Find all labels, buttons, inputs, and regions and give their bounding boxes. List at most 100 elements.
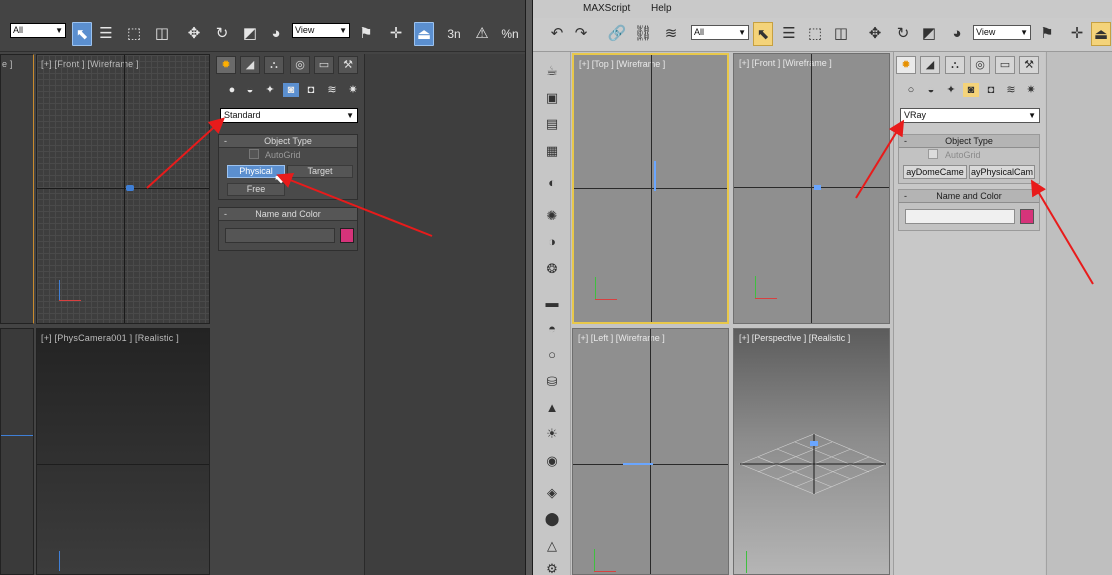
spacewarps-icon[interactable]: ≋ bbox=[324, 83, 340, 97]
right-front-viewport[interactable]: [+] [Front ] [Wireframe ] bbox=[733, 53, 890, 324]
display-tab-icon[interactable]: ▭ bbox=[314, 56, 334, 74]
shapes-icon[interactable]: ◒ bbox=[242, 83, 258, 97]
rect-selection-icon[interactable]: ⬚ bbox=[805, 22, 825, 46]
modify-tab-icon[interactable]: ◢ bbox=[920, 56, 940, 74]
left-ref-coord-dropdown[interactable]: View ▼ bbox=[292, 23, 350, 38]
cameras-icon[interactable]: ◙ bbox=[283, 83, 299, 97]
systems-icon[interactable]: ✷ bbox=[345, 83, 361, 97]
move-icon[interactable]: ✥ bbox=[865, 22, 885, 46]
window-crossing-icon[interactable]: ◫ bbox=[831, 22, 851, 46]
vray-proxy-icon[interactable]: ⛁ bbox=[542, 373, 562, 391]
hierarchy-tab-icon[interactable]: ⛬ bbox=[264, 56, 284, 74]
left-camera-viewport[interactable]: [+] [PhysCamera001 ] [Realistic ] bbox=[36, 328, 210, 575]
vray-sphere-icon[interactable]: ○ bbox=[542, 346, 562, 364]
object-color-swatch[interactable] bbox=[340, 228, 354, 243]
display-tab-icon[interactable]: ▭ bbox=[995, 56, 1015, 74]
select-place-icon[interactable]: ◕ bbox=[266, 22, 286, 46]
vrayphysicalcamera-button[interactable]: ayPhysicalCam bbox=[969, 165, 1035, 179]
autogrid-checkbox[interactable] bbox=[928, 149, 938, 159]
select-by-name-icon[interactable]: ☰ bbox=[96, 22, 116, 46]
vray-cone-icon[interactable]: ▲ bbox=[542, 399, 562, 417]
menu-maxscript[interactable]: MAXScript bbox=[583, 3, 630, 14]
motion-tab-icon[interactable]: ◎ bbox=[290, 56, 310, 74]
bind-spacewarp-icon[interactable]: ≋ bbox=[661, 22, 681, 46]
render-setup-icon[interactable]: ▤ bbox=[542, 115, 562, 133]
modify-tab-icon[interactable]: ◢ bbox=[240, 56, 260, 74]
geometry-icon[interactable]: ● bbox=[224, 83, 240, 97]
teapot-icon[interactable]: ☕ bbox=[542, 62, 562, 80]
lights-icon[interactable]: ✦ bbox=[262, 83, 278, 97]
select-object-icon[interactable]: ⬉ bbox=[72, 22, 92, 46]
camera-object-icon[interactable] bbox=[814, 185, 821, 190]
create-tab-icon[interactable]: ✹ bbox=[216, 56, 236, 74]
unlink-icon[interactable]: ⛓ bbox=[633, 22, 653, 46]
percent-snap-icon[interactable]: %n bbox=[500, 22, 520, 46]
vraydomecamera-button[interactable]: ayDomeCame bbox=[903, 165, 967, 179]
keyboard-shortcut-icon[interactable]: ⏏ bbox=[1091, 22, 1111, 46]
right-perspective-viewport[interactable]: [+] [Perspective ] [Realistic ] bbox=[733, 328, 890, 575]
vray-plane-icon[interactable]: ▬ bbox=[542, 294, 562, 312]
undo-icon[interactable]: ↶ bbox=[547, 22, 567, 46]
shapes-icon[interactable]: ◒ bbox=[923, 83, 939, 97]
vray-bitmap-icon[interactable]: △ bbox=[542, 537, 562, 555]
rect-selection-icon[interactable]: ⬚ bbox=[124, 22, 144, 46]
rollout-header[interactable]: - Name and Color bbox=[219, 208, 357, 221]
utilities-tab-icon[interactable]: ⚒ bbox=[338, 56, 358, 74]
right-left-viewport[interactable]: [+] [Left ] [Wireframe ] bbox=[572, 328, 729, 575]
rollout-header[interactable]: - Object Type bbox=[219, 135, 357, 148]
vray-light-icon[interactable]: ✺ bbox=[542, 207, 562, 225]
snap-toggle-icon[interactable]: 3n bbox=[444, 22, 464, 46]
rollout-header[interactable]: - Object Type bbox=[899, 135, 1039, 148]
left-viewport-stub-bottom[interactable] bbox=[0, 328, 34, 575]
material-editor-icon[interactable]: ▣ bbox=[542, 89, 562, 107]
vray-sun-icon[interactable]: ☀ bbox=[542, 425, 562, 443]
link-icon[interactable]: 🔗 bbox=[607, 22, 627, 46]
vray-dome-icon[interactable]: ◓ bbox=[542, 320, 562, 338]
select-by-name-icon[interactable]: ☰ bbox=[779, 22, 799, 46]
rotate-icon[interactable]: ↻ bbox=[212, 22, 232, 46]
redo-icon[interactable]: ↷ bbox=[571, 22, 591, 46]
keyboard-shortcut-icon[interactable]: ⏏ bbox=[414, 22, 434, 46]
vray-ies-icon[interactable]: ❂ bbox=[542, 260, 562, 278]
pivot-icon[interactable]: ⚑ bbox=[1037, 22, 1057, 46]
window-crossing-icon[interactable]: ◫ bbox=[152, 22, 172, 46]
spacewarps-icon[interactable]: ≋ bbox=[1003, 83, 1019, 97]
select-object-icon[interactable]: ⬉ bbox=[753, 22, 773, 46]
select-manipulate-icon[interactable]: ✛ bbox=[1067, 22, 1087, 46]
left-viewport-stub-top[interactable]: e ] bbox=[0, 54, 34, 324]
vray-settings-icon[interactable]: ⚙ bbox=[542, 560, 562, 575]
angle-snap-icon[interactable]: ⚠ bbox=[472, 22, 492, 46]
light-lister-icon[interactable]: ◐ bbox=[542, 174, 562, 192]
menu-help[interactable]: Help bbox=[651, 3, 672, 14]
move-icon[interactable]: ✥ bbox=[184, 22, 204, 46]
select-place-icon[interactable]: ◕ bbox=[947, 22, 967, 46]
left-category-dropdown[interactable]: Standard ▼ bbox=[220, 108, 358, 123]
rollout-header[interactable]: - Name and Color bbox=[899, 190, 1039, 203]
systems-icon[interactable]: ✷ bbox=[1023, 83, 1039, 97]
right-top-viewport[interactable]: [+] [Top ] [Wireframe ] bbox=[572, 53, 729, 324]
hierarchy-tab-icon[interactable]: ⛬ bbox=[945, 56, 965, 74]
object-color-swatch[interactable] bbox=[1020, 209, 1034, 224]
object-name-input[interactable] bbox=[905, 209, 1015, 224]
right-category-dropdown[interactable]: VRay ▼ bbox=[900, 108, 1040, 123]
rotate-icon[interactable]: ↻ bbox=[893, 22, 913, 46]
helpers-icon[interactable]: ◘ bbox=[303, 83, 319, 97]
scale-icon[interactable]: ◩ bbox=[240, 22, 260, 46]
left-front-viewport[interactable]: [+] [Front ] [Wireframe ] bbox=[36, 54, 210, 324]
camera-object-icon[interactable] bbox=[654, 161, 656, 191]
utilities-tab-icon[interactable]: ⚒ bbox=[1019, 56, 1039, 74]
left-selection-filter-dropdown[interactable]: All ▼ bbox=[10, 23, 66, 38]
helpers-icon[interactable]: ◘ bbox=[983, 83, 999, 97]
geometry-icon[interactable]: ○ bbox=[903, 83, 919, 97]
vray-fur-icon[interactable]: ◉ bbox=[542, 452, 562, 470]
scale-icon[interactable]: ◩ bbox=[919, 22, 939, 46]
rendered-frame-icon[interactable]: ▦ bbox=[542, 142, 562, 160]
pivot-icon[interactable]: ⚑ bbox=[356, 22, 376, 46]
vray-sphere-light-icon[interactable]: ◑ bbox=[542, 233, 562, 251]
select-manipulate-icon[interactable]: ✛ bbox=[386, 22, 406, 46]
object-name-input[interactable] bbox=[225, 228, 335, 243]
camera-object-icon[interactable] bbox=[126, 185, 134, 191]
autogrid-checkbox[interactable] bbox=[249, 149, 259, 159]
right-ref-coord-dropdown[interactable]: View ▼ bbox=[973, 25, 1031, 40]
camera-object-icon[interactable] bbox=[623, 463, 653, 465]
